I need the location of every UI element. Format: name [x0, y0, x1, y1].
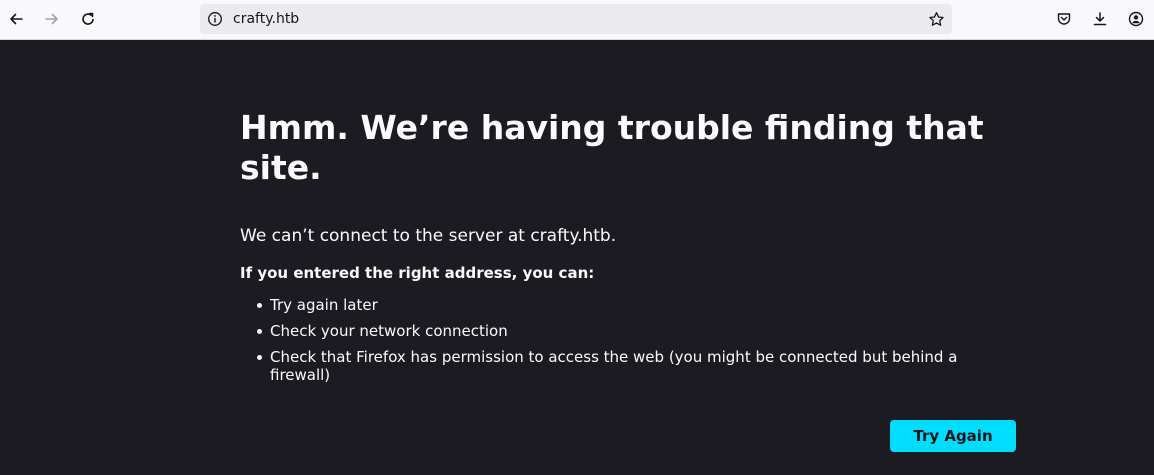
forward-button[interactable]	[38, 5, 66, 33]
address-bar[interactable]: crafty.htb	[200, 4, 952, 34]
account-button[interactable]	[1122, 5, 1150, 33]
advice-heading: If you entered the right address, you ca…	[240, 264, 595, 282]
suggestion-item: Try again later	[257, 296, 1016, 314]
back-arrow-icon	[8, 11, 24, 27]
try-again-button[interactable]: Try Again	[890, 420, 1016, 452]
back-button[interactable]	[2, 5, 30, 33]
url-text[interactable]: crafty.htb	[233, 11, 299, 27]
forward-arrow-icon	[44, 11, 60, 27]
error-title: Hmm. We’re having trouble finding that s…	[240, 108, 984, 187]
suggestion-item: Check that Firefox has permission to acc…	[257, 348, 1016, 384]
suggestion-item: Check your network connection	[257, 322, 1016, 340]
pocket-button[interactable]	[1050, 5, 1078, 33]
reload-button[interactable]	[74, 5, 102, 33]
error-description: We can’t connect to the server at crafty…	[240, 226, 617, 246]
account-icon	[1128, 11, 1144, 27]
suggestion-list: Try again later Check your network conne…	[240, 296, 1016, 392]
star-icon[interactable]	[926, 9, 946, 29]
download-icon	[1092, 11, 1108, 27]
reload-icon	[80, 11, 96, 27]
downloads-button[interactable]	[1086, 5, 1114, 33]
browser-toolbar: crafty.htb	[0, 0, 1154, 40]
info-icon[interactable]	[206, 10, 224, 28]
pocket-icon	[1056, 11, 1072, 27]
